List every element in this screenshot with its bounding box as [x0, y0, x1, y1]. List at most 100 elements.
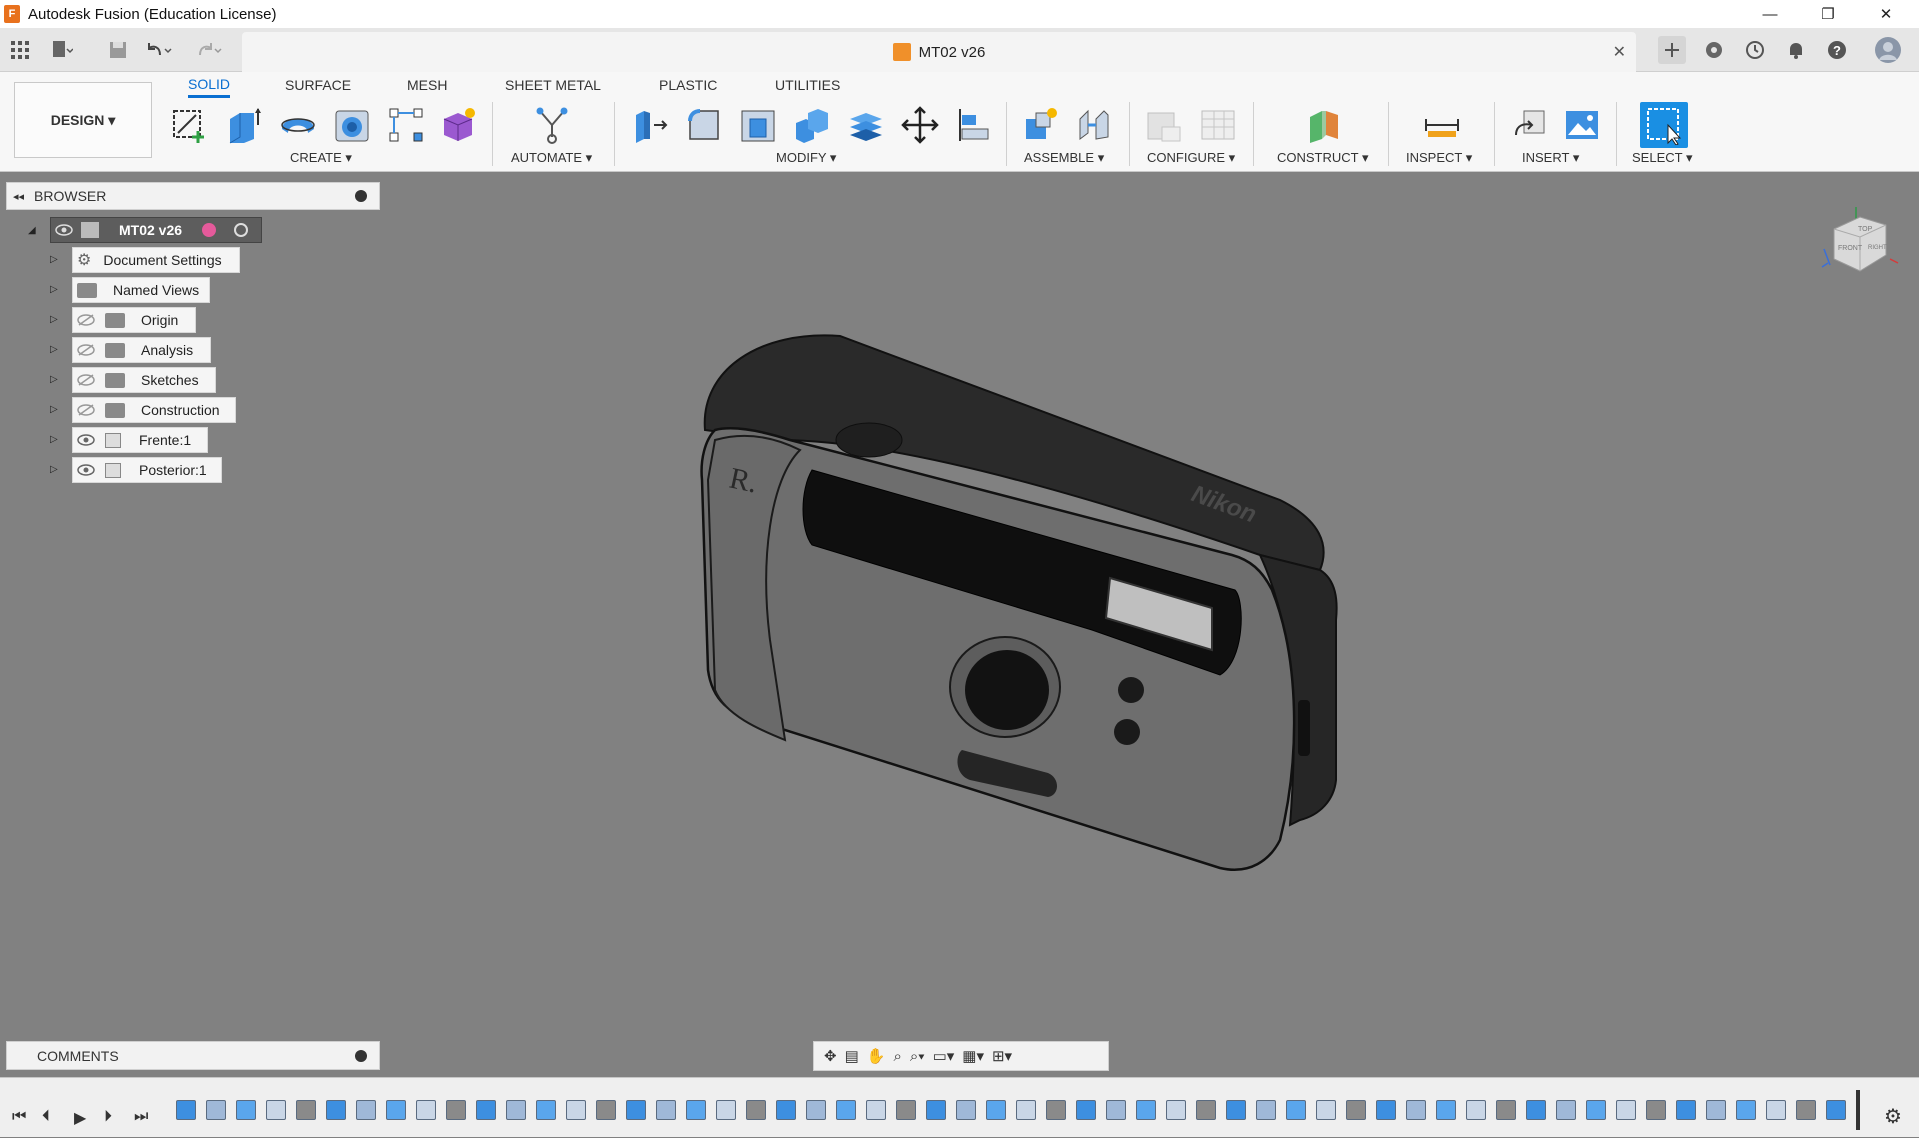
- timeline-first-icon[interactable]: ⏮: [12, 1108, 26, 1126]
- timeline-feature-icon[interactable]: [1706, 1100, 1726, 1120]
- restore-button[interactable]: ❐: [1799, 0, 1857, 28]
- configure-group-label[interactable]: CONFIGURE ▾: [1147, 150, 1235, 166]
- timeline-feature-icon[interactable]: [716, 1100, 736, 1120]
- insert-canvas-icon[interactable]: [1560, 102, 1604, 148]
- tree-item-named-views[interactable]: Named Views: [72, 277, 210, 303]
- timeline-feature-icon[interactable]: [1196, 1100, 1216, 1120]
- extensions-icon[interactable]: [1700, 36, 1728, 64]
- timeline-feature-icon[interactable]: [686, 1100, 706, 1120]
- timeline-feature-icon[interactable]: [1436, 1100, 1456, 1120]
- timeline-feature-icon[interactable]: [1256, 1100, 1276, 1120]
- timeline-feature-icon[interactable]: [1316, 1100, 1336, 1120]
- viewcube-right-label[interactable]: RIGHT: [1868, 245, 1887, 251]
- timeline-previous-icon[interactable]: ⏴: [42, 1108, 50, 1126]
- viewcube-top-label[interactable]: TOP: [1858, 226, 1873, 233]
- timeline-feature-icon[interactable]: [1496, 1100, 1516, 1120]
- timeline-feature-icon[interactable]: [446, 1100, 466, 1120]
- camera-model[interactable]: R. Nikon: [0, 173, 1919, 1077]
- tree-item-frente[interactable]: Frente:1: [72, 427, 208, 453]
- timeline-feature-icon[interactable]: [1046, 1100, 1066, 1120]
- viewports-icon[interactable]: ⊞▾: [992, 1047, 1012, 1065]
- pattern-icon[interactable]: [384, 102, 428, 148]
- tree-item-construction[interactable]: Construction: [72, 397, 236, 423]
- redo-icon[interactable]: [196, 36, 224, 64]
- new-component-icon[interactable]: [1018, 102, 1062, 148]
- expand-document-settings-icon[interactable]: ▷: [50, 254, 62, 266]
- modify-group-label[interactable]: MODIFY ▾: [776, 150, 836, 166]
- automate-icon[interactable]: [530, 102, 574, 148]
- undo-icon[interactable]: [146, 36, 174, 64]
- new-tab-icon[interactable]: [1658, 36, 1686, 64]
- tree-item-origin[interactable]: Origin: [72, 307, 196, 333]
- job-status-icon[interactable]: [1741, 36, 1769, 64]
- configure-icon[interactable]: [1142, 102, 1186, 148]
- timeline-feature-icon[interactable]: [206, 1100, 226, 1120]
- timeline-feature-icon[interactable]: [626, 1100, 646, 1120]
- timeline-feature-icon[interactable]: [1586, 1100, 1606, 1120]
- assemble-group-label[interactable]: ASSEMBLE ▾: [1024, 150, 1104, 166]
- timeline-feature-icon[interactable]: [986, 1100, 1006, 1120]
- tree-item-document-settings[interactable]: ⚙ Document Settings: [72, 247, 240, 273]
- hidden-eye-icon[interactable]: [77, 403, 97, 417]
- timeline-feature-icon[interactable]: [1616, 1100, 1636, 1120]
- create-group-label[interactable]: CREATE ▾: [290, 150, 352, 166]
- timeline-feature-icon[interactable]: [566, 1100, 586, 1120]
- expand-sketches-icon[interactable]: ▷: [50, 374, 62, 386]
- hole-icon[interactable]: [330, 102, 374, 148]
- browser-minimize-icon[interactable]: [355, 190, 367, 202]
- canvas-viewport[interactable]: R. Nikon: [0, 173, 1919, 1077]
- orbit-icon[interactable]: ✥: [824, 1047, 837, 1065]
- user-avatar-icon[interactable]: [1874, 36, 1902, 64]
- timeline-feature-icon[interactable]: [1826, 1100, 1846, 1120]
- visibility-eye-icon[interactable]: [55, 223, 75, 237]
- display-settings-icon[interactable]: ▭▾: [933, 1047, 955, 1065]
- timeline-feature-icon[interactable]: [1766, 1100, 1786, 1120]
- timeline-feature-icon[interactable]: [1016, 1100, 1036, 1120]
- extrude-icon[interactable]: [222, 102, 266, 148]
- timeline-feature-icon[interactable]: [416, 1100, 436, 1120]
- apps-grid-icon[interactable]: [6, 36, 34, 64]
- timeline-marker[interactable]: [1856, 1090, 1860, 1130]
- tab-plastic[interactable]: PLASTIC: [659, 72, 717, 98]
- timeline-feature-icon[interactable]: [1286, 1100, 1306, 1120]
- hidden-eye-icon[interactable]: [77, 343, 97, 357]
- timeline-last-icon[interactable]: ⏭: [134, 1108, 148, 1126]
- look-at-icon[interactable]: ▤: [845, 1047, 859, 1065]
- timeline-feature-icon[interactable]: [746, 1100, 766, 1120]
- timeline-feature-icon[interactable]: [1376, 1100, 1396, 1120]
- help-icon[interactable]: ?: [1823, 36, 1851, 64]
- construct-plane-icon[interactable]: [1302, 102, 1346, 148]
- timeline-feature-icon[interactable]: [1166, 1100, 1186, 1120]
- timeline-feature-icon[interactable]: [1466, 1100, 1486, 1120]
- timeline-play-icon[interactable]: ▶: [74, 1108, 86, 1128]
- tree-item-posterior[interactable]: Posterior:1: [72, 457, 222, 483]
- joint-icon[interactable]: [1072, 102, 1116, 148]
- timeline-track[interactable]: [176, 1078, 1856, 1138]
- timeline-feature-icon[interactable]: [596, 1100, 616, 1120]
- timeline-feature-icon[interactable]: [1556, 1100, 1576, 1120]
- timeline-feature-icon[interactable]: [806, 1100, 826, 1120]
- timeline-feature-icon[interactable]: [1676, 1100, 1696, 1120]
- tree-item-analysis[interactable]: Analysis: [72, 337, 211, 363]
- create-form-icon[interactable]: [436, 102, 480, 148]
- expand-named-views-icon[interactable]: ▷: [50, 284, 62, 296]
- combine-icon[interactable]: [790, 102, 834, 148]
- timeline-feature-icon[interactable]: [1076, 1100, 1096, 1120]
- close-tab-icon[interactable]: ✕: [1613, 42, 1626, 62]
- inspect-group-label[interactable]: INSPECT ▾: [1406, 150, 1472, 166]
- create-sketch-icon[interactable]: [168, 102, 212, 148]
- timeline-feature-icon[interactable]: [1136, 1100, 1156, 1120]
- timeline-feature-icon[interactable]: [236, 1100, 256, 1120]
- timeline-feature-icon[interactable]: [896, 1100, 916, 1120]
- activate-radio-icon[interactable]: [234, 223, 249, 237]
- timeline-feature-icon[interactable]: [1406, 1100, 1426, 1120]
- measure-icon[interactable]: [1420, 102, 1464, 148]
- expand-analysis-icon[interactable]: ▷: [50, 344, 62, 356]
- configuration-table-icon[interactable]: [1196, 102, 1240, 148]
- insert-group-label[interactable]: INSERT ▾: [1522, 150, 1579, 166]
- move-copy-icon[interactable]: [898, 102, 942, 148]
- collapse-browser-icon[interactable]: ◂◂: [13, 190, 24, 203]
- close-button[interactable]: ✕: [1857, 0, 1915, 28]
- timeline-feature-icon[interactable]: [866, 1100, 886, 1120]
- timeline-feature-icon[interactable]: [1346, 1100, 1366, 1120]
